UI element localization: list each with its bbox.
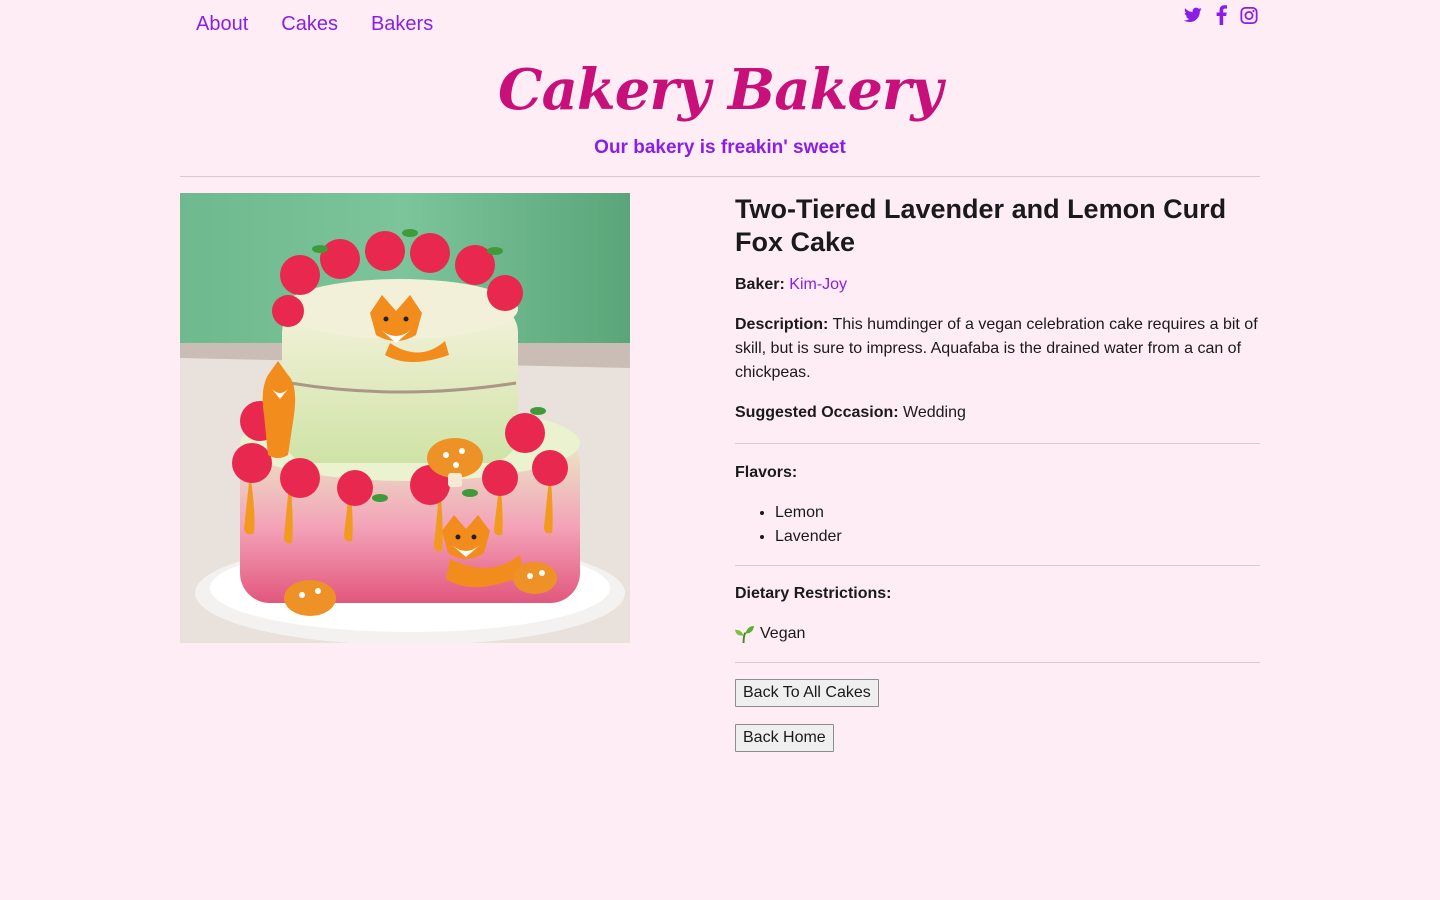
- back-to-all-cakes-button[interactable]: Back To All Cakes: [735, 679, 879, 707]
- list-item: Lemon: [775, 501, 1260, 525]
- header-divider: [180, 176, 1260, 177]
- occasion-line: Suggested Occasion: Wedding: [735, 401, 1260, 425]
- nav-cakes-link[interactable]: Cakes: [281, 10, 338, 38]
- flavors-label: Flavors:: [735, 464, 798, 481]
- baker-label: Baker:: [735, 276, 785, 293]
- occasion-label: Suggested Occasion:: [735, 404, 899, 421]
- button-row: Back To All Cakes: [735, 679, 1260, 707]
- facebook-icon[interactable]: [1212, 5, 1230, 25]
- baker-link[interactable]: Kim-Joy: [789, 276, 847, 293]
- top-nav: About Cakes Bakers: [196, 10, 433, 38]
- nav-bakers-link[interactable]: Bakers: [371, 10, 433, 38]
- cake-title: Two-Tiered Lavender and Lemon Curd Fox C…: [735, 194, 1227, 257]
- social-links: [1184, 5, 1258, 25]
- flavors-list: Lemon Lavender: [735, 501, 1260, 549]
- dietary-value: Vegan: [760, 625, 806, 642]
- cake-photo: [180, 193, 630, 643]
- nav-about-link[interactable]: About: [196, 10, 248, 38]
- baker-line: Baker: Kim-Joy: [735, 273, 1260, 297]
- twitter-icon[interactable]: [1184, 5, 1202, 25]
- description: Description: This humdinger of a vegan c…: [735, 313, 1260, 385]
- brand-title: Cakery Bakery: [498, 57, 943, 123]
- tagline: Our bakery is freakin' sweet: [594, 137, 846, 158]
- instagram-icon[interactable]: [1240, 5, 1258, 25]
- description-label: Description:: [735, 316, 829, 333]
- dietary-item: Vegan: [735, 622, 1260, 646]
- details-divider: [735, 565, 1260, 566]
- back-home-button[interactable]: Back Home: [735, 724, 834, 752]
- details-divider: [735, 662, 1260, 663]
- occasion-value: Wedding: [903, 404, 966, 421]
- cake-details: Two-Tiered Lavender and Lemon Curd Fox C…: [735, 193, 1260, 752]
- details-divider: [735, 443, 1260, 444]
- button-row: Back Home: [735, 724, 1260, 752]
- seedling-icon: [735, 625, 754, 644]
- list-item: Lavender: [775, 525, 1260, 549]
- dietary-label: Dietary Restrictions:: [735, 585, 892, 602]
